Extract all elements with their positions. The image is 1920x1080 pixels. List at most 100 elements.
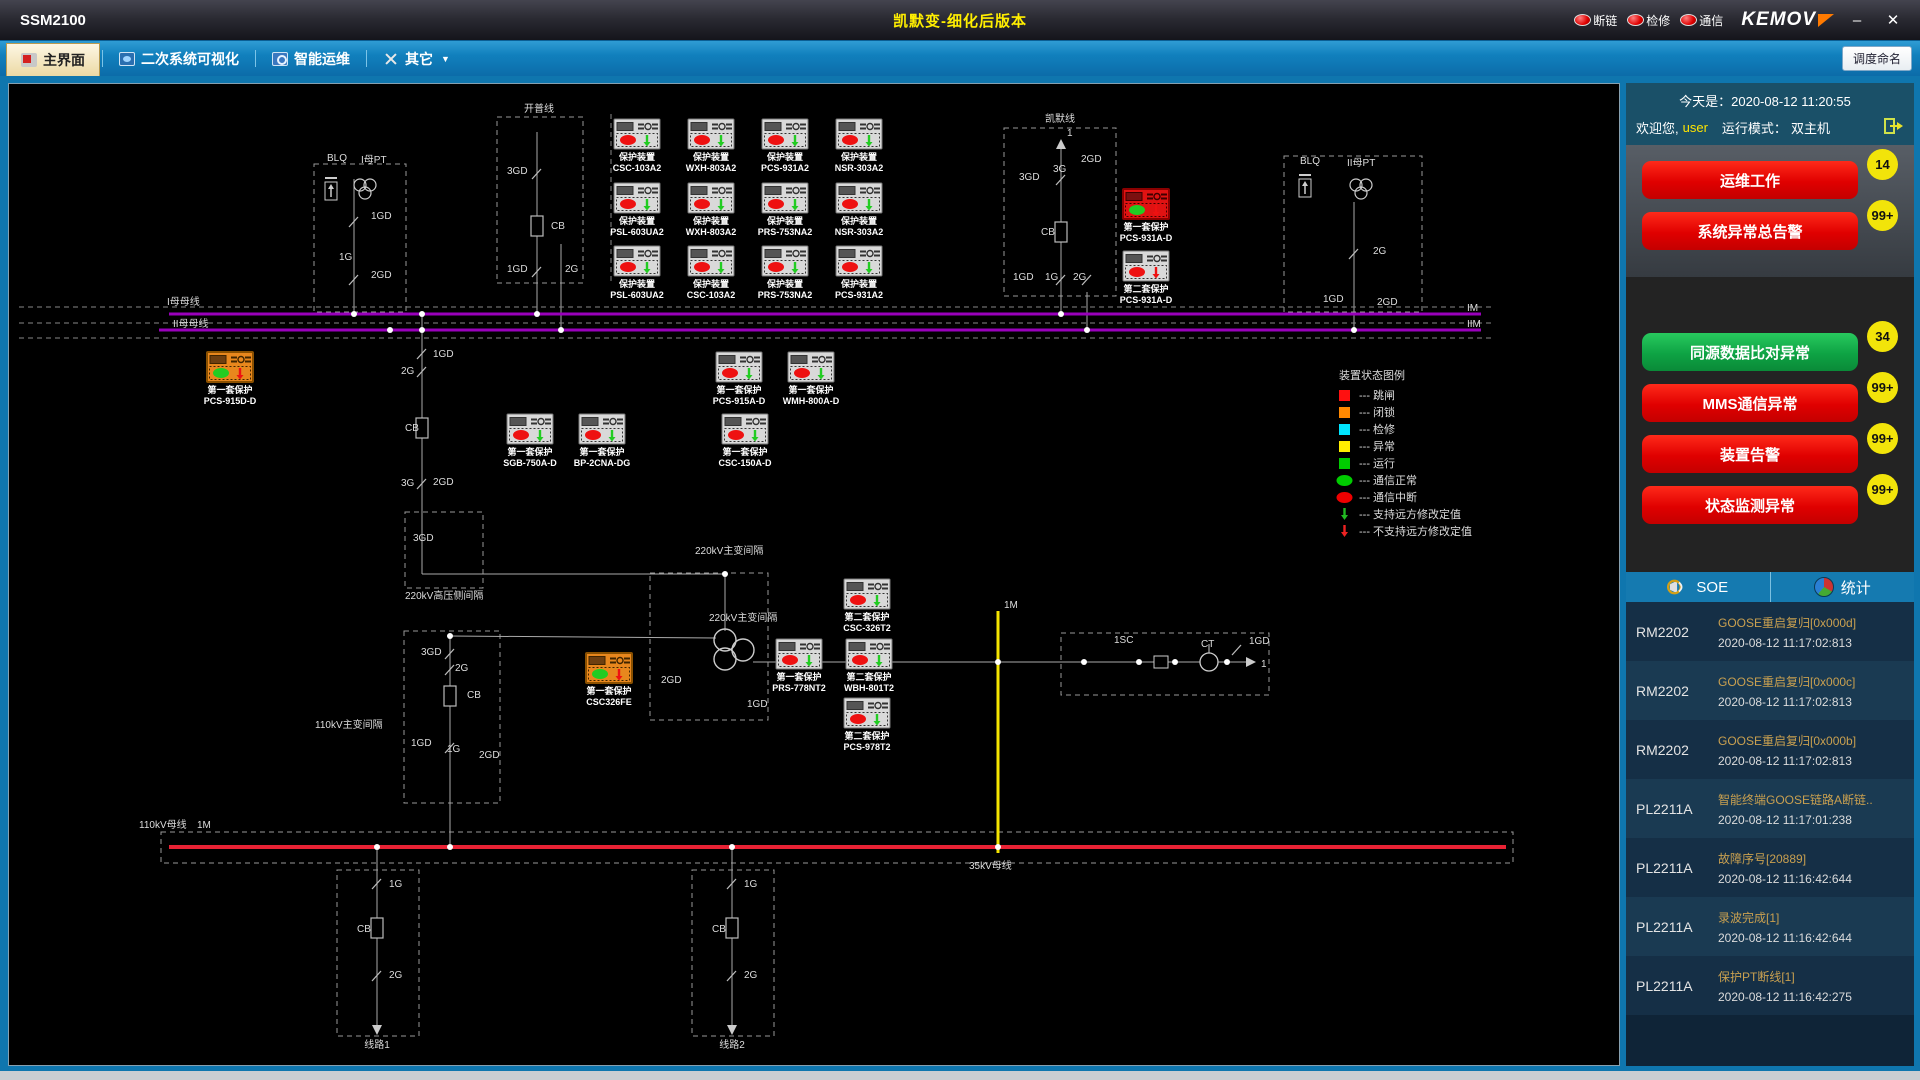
protection-device[interactable]: 保护装置WXH-803A2	[686, 183, 737, 237]
diagram-label: 3G	[1053, 164, 1067, 175]
diagram-label: 2GD	[1081, 154, 1102, 165]
junction-dot	[722, 571, 728, 577]
protection-device[interactable]: 第二套保护PCS-978T2	[843, 698, 890, 752]
alert-button-0[interactable]: 运维工作	[1642, 161, 1858, 199]
protection-device[interactable]: 第一套保护PCS-931A-D	[1120, 189, 1173, 243]
capacitor-symbol	[1154, 656, 1168, 668]
sidebar-tabbar: SOE 统计	[1626, 572, 1914, 602]
device-label: 第一套保护	[507, 446, 552, 457]
device-label: 第一套保护	[1123, 221, 1168, 232]
junction-dot	[1058, 311, 1064, 317]
diagram-label: 1	[1261, 659, 1267, 670]
protection-device[interactable]: 第一套保护SGB-750A-D	[503, 414, 557, 468]
tab-smart-ops[interactable]: 智能运维	[258, 41, 364, 76]
diagram-label: 2GD	[433, 477, 454, 488]
alert-button-3[interactable]: MMS通信异常	[1642, 384, 1858, 422]
event-text: 故障序号[20889]	[1718, 850, 1908, 867]
tab-secondary-visualization[interactable]: 二次系统可视化	[105, 41, 253, 76]
diagram-label: 1M	[1004, 600, 1018, 611]
bay-box	[404, 631, 500, 803]
alert-badge: 99+	[1867, 474, 1898, 505]
device-label: 第二套保护	[1123, 283, 1168, 294]
protection-device[interactable]: 保护装置PRS-753NA2	[758, 183, 813, 237]
tab-statistics[interactable]: 统计	[1771, 572, 1915, 602]
event-row[interactable]: RM2202GOOSE重启复归[0x000d]2020-08-12 11:17:…	[1626, 602, 1914, 661]
tab-main-screen[interactable]: 主界面	[6, 43, 100, 76]
close-button[interactable]: ✕	[1880, 11, 1906, 29]
flow-arrow-icon	[727, 1025, 737, 1035]
protection-device[interactable]: 保护装置WXH-803A2	[686, 119, 737, 173]
protection-device[interactable]: 保护装置CSC-103A2	[687, 246, 736, 300]
event-row[interactable]: PL2211A保护PT断线[1]2020-08-12 11:16:42:275	[1626, 956, 1914, 1015]
protection-device[interactable]: 第一套保护PRS-778NT2	[772, 639, 826, 693]
protection-device[interactable]: 第一套保护BP-2CNA-DG	[574, 414, 631, 468]
alert-button-1[interactable]: 系统异常总告警	[1642, 212, 1858, 250]
protection-device[interactable]: 第一套保护CSC326FE	[586, 653, 632, 707]
junction-dot	[558, 327, 564, 333]
protection-device[interactable]: 第一套保护WMH-800A-D	[783, 352, 840, 406]
device-model: WBH-801T2	[844, 683, 894, 693]
event-device: RM2202	[1626, 661, 1718, 720]
protection-device[interactable]: 保护装置PSL-603UA2	[610, 183, 664, 237]
device-model: CSC-103A2	[687, 290, 736, 300]
device-model: PCS-931A-D	[1120, 233, 1173, 243]
protection-device[interactable]: 第一套保护CSC-150A-D	[718, 414, 772, 468]
tab-soe[interactable]: SOE	[1626, 572, 1771, 602]
junction-dot	[995, 659, 1001, 665]
protection-device[interactable]: 第二套保护CSC-326T2	[843, 579, 891, 633]
protection-device[interactable]: 保护装置PRS-753NA2	[758, 246, 813, 300]
protection-device[interactable]: 保护装置PSL-603UA2	[610, 246, 664, 300]
diagram-canvas: 开普线凯默线BLQI母PTBLQII母PTI母母线II母母线IMIIM1GD1G…	[8, 83, 1620, 1066]
pie-chart-icon	[1814, 577, 1834, 597]
protection-device[interactable]: 保护装置CSC-103A2	[613, 119, 662, 173]
dispatch-naming-button[interactable]: 调度命名	[1842, 46, 1912, 71]
protection-device[interactable]: 第二套保护WBH-801T2	[844, 639, 894, 693]
diagram-label: 2GD	[371, 270, 392, 281]
protection-device[interactable]: 第一套保护PCS-915D-D	[204, 352, 257, 406]
junction-dot	[1084, 327, 1090, 333]
diagram-label: CB	[551, 221, 565, 232]
bay-box	[497, 117, 583, 283]
diagram-label: 2G	[1073, 272, 1087, 283]
event-row[interactable]: RM2202GOOSE重启复归[0x000b]2020-08-12 11:17:…	[1626, 720, 1914, 779]
bay-box	[337, 870, 419, 1036]
alert-buttons-top: 运维工作14系统异常总告警99+	[1626, 145, 1914, 277]
breaker-symbol	[531, 216, 543, 236]
protection-device[interactable]: 第二套保护PCS-931A-D	[1120, 251, 1173, 305]
device-model: PCS-931A2	[761, 163, 809, 173]
device-model: CSC326FE	[586, 697, 632, 707]
protection-device[interactable]: 保护装置NSR-303A2	[835, 119, 884, 173]
event-text: 智能终端GOOSE链路A断链..	[1718, 791, 1908, 808]
diagram-label: I母母线	[167, 295, 200, 308]
alert-button-5[interactable]: 状态监测异常	[1642, 486, 1858, 524]
device-model: PRS-778NT2	[772, 683, 826, 693]
protection-device[interactable]: 保护装置NSR-303A2	[835, 183, 884, 237]
event-row[interactable]: PL2211A智能终端GOOSE链路A断链..2020-08-12 11:17:…	[1626, 779, 1914, 838]
protection-device[interactable]: 保护装置PCS-931A2	[835, 246, 883, 300]
diagram-label: 220kV主变间隔	[709, 611, 777, 624]
event-row[interactable]: RM2202GOOSE重启复归[0x000c]2020-08-12 11:17:…	[1626, 661, 1914, 720]
diagram-label: CB	[1041, 227, 1055, 238]
event-row[interactable]: PL2211A故障序号[20889]2020-08-12 11:16:42:64…	[1626, 838, 1914, 897]
legend-swatch	[1339, 407, 1350, 418]
maintenance-led-icon	[1627, 14, 1644, 26]
logout-icon[interactable]	[1884, 118, 1904, 137]
smart-ops-icon	[272, 52, 288, 66]
junction-dot	[995, 844, 1001, 850]
minimize-button[interactable]: –	[1844, 12, 1870, 29]
diagram-label: 1GD	[411, 738, 432, 749]
legend-swatch	[1337, 492, 1353, 503]
bottom-strip	[0, 1071, 1920, 1080]
protection-device[interactable]: 第一套保护PCS-915A-D	[713, 352, 766, 406]
alert-button-4[interactable]: 装置告警	[1642, 435, 1858, 473]
diagram-label: 2G	[744, 970, 758, 981]
device-model: WMH-800A-D	[783, 396, 840, 406]
breaker-symbol	[1055, 222, 1067, 242]
protection-device[interactable]: 保护装置PCS-931A2	[761, 119, 809, 173]
legend-swatch	[1339, 441, 1350, 452]
tab-other[interactable]: 其它 ▼	[369, 41, 464, 76]
alert-button-2[interactable]: 同源数据比对异常	[1642, 333, 1858, 371]
diagram-label: 2GD	[1377, 297, 1398, 308]
device-model: PCS-915D-D	[204, 396, 257, 406]
event-row[interactable]: PL2211A录波完成[1]2020-08-12 11:16:42:644	[1626, 897, 1914, 956]
